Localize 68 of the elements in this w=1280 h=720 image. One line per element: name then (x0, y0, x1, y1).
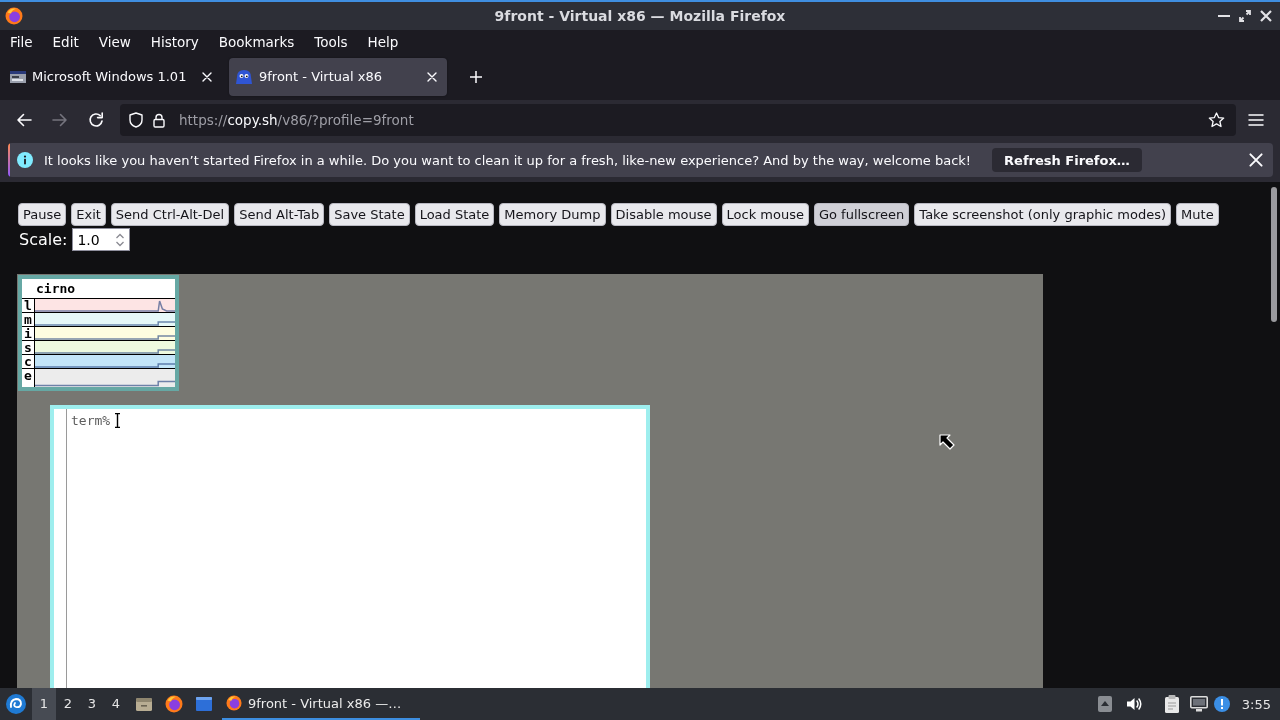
action-button[interactable]: Exit (71, 203, 106, 226)
shield-icon[interactable] (129, 112, 143, 128)
emulator-screen[interactable]: cirno l m i s c e term% (17, 274, 1043, 688)
tab[interactable]: 9front - Virtual x86 (229, 57, 447, 96)
stat-label: i (22, 327, 35, 340)
action-button[interactable]: Take screenshot (only graphic modes) (914, 203, 1172, 226)
menu-item[interactable]: Edit (42, 31, 89, 52)
spinner-icon[interactable] (114, 231, 127, 248)
reload-icon[interactable] (88, 112, 104, 128)
menu-item[interactable]: Tools (304, 31, 358, 52)
menu-item[interactable]: File (0, 31, 43, 52)
action-button[interactable]: Send Alt-Tab (234, 203, 325, 226)
menu-item[interactable]: View (88, 31, 141, 52)
action-button[interactable]: Load State (414, 203, 495, 226)
info-icon (17, 152, 33, 168)
refresh-button[interactable]: Refresh Firefox… (992, 148, 1142, 172)
action-button[interactable]: Send Ctrl-Alt-Del (110, 203, 230, 226)
action-button[interactable]: Go fullscreen (813, 203, 910, 226)
taskbar-button[interactable]: 9front - Virtual x86 —… (222, 688, 420, 720)
monitor-icon[interactable] (1189, 696, 1208, 712)
menu-item[interactable]: Bookmarks (208, 31, 305, 52)
tab[interactable]: Microsoft Windows 1.01 (4, 57, 222, 96)
prompt-text: term% (71, 413, 111, 428)
action-button[interactable]: Save State (329, 203, 410, 226)
address-bar[interactable]: https://copy.sh/v86/?profile=9front (120, 104, 1236, 136)
scale-field[interactable]: 1.0 (72, 228, 131, 251)
maximize-icon[interactable] (1239, 10, 1251, 22)
host-name: cirno (35, 280, 77, 298)
stat-label: c (22, 355, 35, 368)
start-menu-icon[interactable] (6, 694, 26, 714)
browser-logo-icon[interactable] (165, 695, 183, 713)
window-title: 9front - Virtual x86 — Mozilla Firefox (494, 8, 786, 24)
workspace-button[interactable]: 4 (104, 688, 128, 720)
browser-logo-icon (5, 7, 23, 25)
menu-icon[interactable] (1248, 114, 1264, 126)
stat-label: m (22, 313, 35, 326)
stat-label: s (22, 341, 35, 354)
action-button[interactable]: Mute (1176, 203, 1219, 226)
browser-logo-icon (226, 695, 242, 711)
action-button[interactable]: Disable mouse (610, 203, 717, 226)
clock: 3:55 (1241, 696, 1271, 712)
menu-item[interactable]: Help (357, 31, 409, 52)
creature-icon (235, 68, 253, 85)
clipboard-icon[interactable] (1163, 695, 1180, 713)
menu-item[interactable]: History (140, 31, 209, 52)
stat-label: l (22, 299, 35, 312)
notification-message: It looks like you haven’t started Firefox in a while. Do you want to clean it up for a fresh, like-new experience? And by the way, welcome back! (44, 152, 972, 168)
action-button[interactable]: Lock mouse (721, 203, 809, 226)
workspace-button[interactable]: 3 (80, 688, 104, 720)
mouse-pointer-icon (939, 434, 955, 450)
stat-label: e (22, 369, 35, 387)
screen-thumbnail-icon (10, 70, 26, 83)
scrollbar-thumb[interactable] (1271, 187, 1277, 322)
workspace-button[interactable]: 2 (56, 688, 80, 720)
plus-icon[interactable] (470, 70, 482, 83)
star-icon[interactable] (1208, 112, 1225, 128)
drawer-icon[interactable] (136, 696, 152, 712)
close-icon[interactable] (1260, 10, 1272, 22)
scale-label: Scale: (19, 230, 68, 249)
action-button[interactable]: Memory Dump (499, 203, 606, 226)
back-icon[interactable] (16, 113, 32, 127)
lock-icon[interactable] (153, 112, 165, 128)
text-cursor-icon (115, 413, 121, 428)
speaker-icon[interactable] (1125, 696, 1142, 712)
action-button[interactable]: Pause (18, 203, 67, 226)
alert-icon[interactable] (1213, 696, 1230, 712)
terminal-window[interactable]: term% (50, 405, 650, 688)
workspace-button[interactable]: 1 (32, 688, 56, 720)
